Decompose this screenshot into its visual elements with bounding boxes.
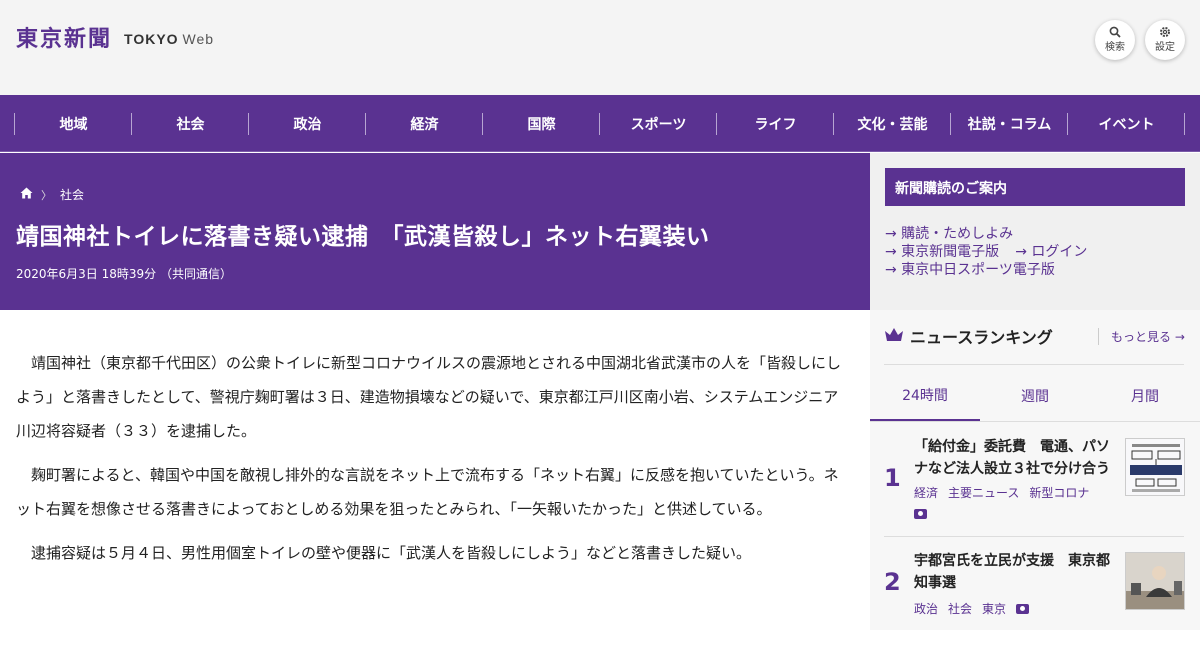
breadcrumb-separator: 〉 <box>41 188 52 202</box>
nav-item-international[interactable]: 国際 <box>483 95 600 152</box>
ranking-title: ニュースランキング <box>910 328 1053 347</box>
ranking-item[interactable]: 2 宇都宮氏を立民が支援 東京都知事選 政治 社会 東京 <box>870 536 1200 652</box>
nav-divider <box>1184 113 1185 135</box>
site-header: 東京新聞 TOKYO Web 検索 設定 <box>0 0 1200 95</box>
link-login[interactable]: → ログイン <box>1015 243 1087 261</box>
nav-item-politics[interactable]: 政治 <box>249 95 366 152</box>
link-chunichi-sports[interactable]: → 東京中日スポーツ電子版 <box>885 261 1055 279</box>
camera-icon <box>1016 603 1030 614</box>
tab-24h[interactable]: 24時間 <box>870 370 980 422</box>
nav-item-events[interactable]: イベント <box>1068 95 1185 152</box>
nav-item-economy[interactable]: 経済 <box>366 95 483 152</box>
ranking-header: ニュースランキング <box>884 324 1053 348</box>
ranking-item-tags: 経済 主要ニュース 新型コロナ <box>914 484 1089 501</box>
article-paragraph: 逮捕容疑は５月４日、男性用個室トイレの壁や便器に「武漢人を皆殺しにしよう」などと… <box>16 544 752 562</box>
tag[interactable]: 社会 <box>948 600 972 617</box>
tab-monthly[interactable]: 月間 <box>1090 370 1200 422</box>
link-digital-edition[interactable]: → 東京新聞電子版 <box>885 243 999 261</box>
tag[interactable]: 東京 <box>982 600 1006 617</box>
home-icon[interactable] <box>20 187 33 202</box>
tag[interactable]: 政治 <box>914 600 938 617</box>
settings-button[interactable]: 設定 <box>1145 20 1185 60</box>
site-logo[interactable]: 東京新聞 TOKYO Web <box>16 24 214 54</box>
logo-kanji: 東京新聞 <box>16 26 113 52</box>
settings-label: 設定 <box>1155 42 1175 53</box>
search-label: 検索 <box>1105 42 1125 53</box>
article-title: 靖国神社トイレに落書き疑い逮捕 「武漢皆殺し」ネット右翼装い <box>16 224 710 250</box>
tag[interactable]: 経済 <box>914 484 938 501</box>
ranking-item-tags: 政治 社会 東京 <box>914 600 1030 617</box>
nav-item-sports[interactable]: スポーツ <box>600 95 717 152</box>
divider <box>884 364 1184 365</box>
article-thumbnail[interactable] <box>1125 438 1185 496</box>
rank-number: 1 <box>884 464 901 492</box>
article-meta: 2020年6月3日 18時39分 （共同通信） <box>16 267 232 281</box>
main-nav: 地域 社会 政治 経済 国際 スポーツ ライフ 文化・芸能 社説・コラム イベン… <box>0 95 1200 152</box>
logo-english: TOKYO Web <box>124 31 215 47</box>
divider <box>870 421 1200 422</box>
subscription-heading: 新聞購読のご案内 <box>885 168 1185 206</box>
tag[interactable]: 主要ニュース <box>948 484 1019 501</box>
article-thumbnail[interactable] <box>1125 552 1185 610</box>
article-body: 靖国神社（東京都千代田区）の公衆トイレに新型コロナウイルスの震源地とされる中国湖… <box>16 346 852 580</box>
article-paragraph: 麹町署によると、韓国や中国を敵視し排外的な言説をネット上で流布する「ネット右翼」… <box>16 466 839 518</box>
ranking-more-link[interactable]: もっと見る → <box>1098 328 1185 345</box>
ranking-item-title[interactable]: 「給付金」委託費 電通、パソナなど法人設立３社で分け合う <box>914 436 1114 480</box>
ranking-item-title[interactable]: 宇都宮氏を立民が支援 東京都知事選 <box>914 550 1114 594</box>
search-button[interactable]: 検索 <box>1095 20 1135 60</box>
rank-number: 2 <box>884 568 901 596</box>
ranking-item[interactable]: 1 「給付金」委託費 電通、パソナなど法人設立３社で分け合う 経済 主要ニュース… <box>870 428 1200 538</box>
tag[interactable]: 新型コロナ <box>1029 484 1089 501</box>
nav-item-society[interactable]: 社会 <box>132 95 249 152</box>
article-header: 〉 社会 靖国神社トイレに落書き疑い逮捕 「武漢皆殺し」ネット右翼装い 2020… <box>0 153 870 310</box>
news-ranking: ニュースランキング もっと見る → 24時間 週間 月間 1 「給付金」委託費 … <box>870 310 1200 630</box>
search-icon <box>1109 26 1121 40</box>
breadcrumb-section[interactable]: 社会 <box>60 186 84 203</box>
camera-icon <box>914 504 927 523</box>
breadcrumb: 〉 社会 <box>20 186 84 203</box>
nav-item-editorial[interactable]: 社説・コラム <box>951 95 1068 152</box>
nav-item-culture[interactable]: 文化・芸能 <box>834 95 951 152</box>
nav-item-region[interactable]: 地域 <box>15 95 132 152</box>
subscription-links: → 購読・ためしよみ → 東京新聞電子版 → ログイン → 東京中日スポーツ電子版 <box>885 225 1103 279</box>
nav-item-life[interactable]: ライフ <box>717 95 834 152</box>
link-subscribe-trial[interactable]: → 購読・ためしよみ <box>885 225 1013 243</box>
divider <box>884 536 1184 537</box>
gear-icon <box>1159 26 1171 40</box>
crown-icon <box>884 324 904 348</box>
ranking-tabs: 24時間 週間 月間 <box>870 370 1200 422</box>
tab-weekly[interactable]: 週間 <box>980 370 1090 422</box>
article-paragraph: 靖国神社（東京都千代田区）の公衆トイレに新型コロナウイルスの震源地とされる中国湖… <box>16 354 842 440</box>
